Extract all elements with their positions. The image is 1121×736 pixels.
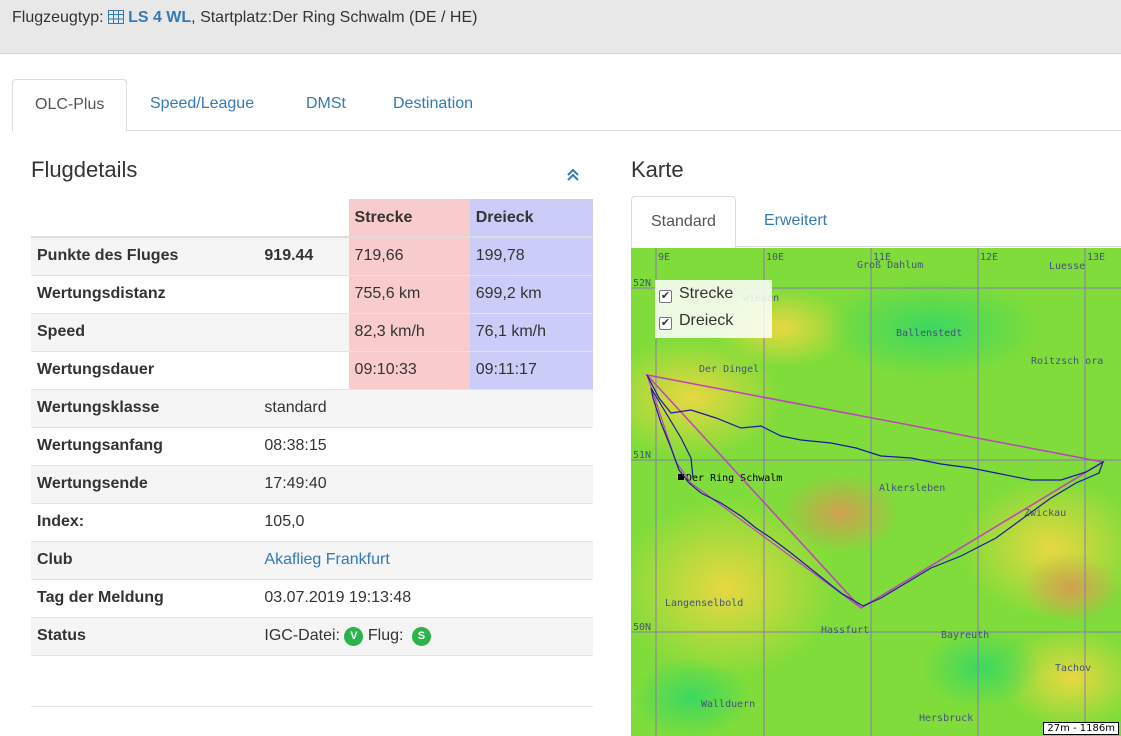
row-label: Wertungsklasse: [31, 389, 259, 428]
table-row: Speed 82,3 km/h 76,1 km/h: [31, 313, 593, 352]
strecke-points: 719,66: [348, 236, 470, 276]
flug-status-badge: S: [411, 626, 431, 646]
flugdetails-title: Flugdetails: [31, 157, 138, 182]
place-label: Hersbruck: [919, 713, 973, 724]
table-row: Wertungsdistanz 755,6 km 699,2 km: [31, 275, 593, 314]
lat-label: 50N: [633, 622, 651, 633]
karte-title: Karte: [631, 157, 684, 182]
divider: [31, 706, 593, 707]
flight-details-table: Strecke Dreieck Punkte des Fluges 919.44…: [31, 199, 593, 656]
table-row: Wertungsanfang 08:38:15: [31, 427, 593, 466]
scoring-tabs: OLC-Plus Speed/League DMSt Destination: [12, 79, 1121, 132]
lon-label: 9E: [658, 252, 670, 263]
flugzeugtyp-label: Flugzeugtyp:: [12, 9, 104, 26]
flight-map[interactable]: 9E 10E 11E 12E 13E 52N 51N 50N Groß Dahl…: [631, 248, 1121, 736]
column-header-strecke: Strecke: [348, 199, 470, 237]
row-label: Punkte des Fluges: [31, 236, 259, 276]
table-icon: [108, 10, 125, 24]
dreieck-duration: 09:11:17: [469, 351, 593, 390]
row-value: 17:49:40: [258, 465, 593, 504]
place-label: Der Dingel: [699, 364, 759, 375]
strecke-checkbox[interactable]: ✔: [659, 290, 672, 303]
table-row: Tag der Meldung 03.07.2019 19:13:48: [31, 579, 593, 618]
row-label: Club: [31, 541, 259, 580]
legend-item-dreieck[interactable]: ✔ Dreieck: [655, 307, 772, 334]
map-tabs: Standard Erweitert: [631, 196, 1121, 248]
place-label: Tachov: [1055, 663, 1091, 674]
flight-header-bar: Flugzeugtyp: LS 4 WL, Startplatz:Der Rin…: [0, 0, 1121, 54]
strecke-duration: 09:10:33: [348, 351, 470, 390]
row-value: 03.07.2019 19:13:48: [258, 579, 593, 618]
tab-standard[interactable]: Standard: [631, 196, 736, 248]
table-row: Punkte des Fluges 919.44 719,66 199,78: [31, 236, 593, 276]
dreieck-distance: 699,2 km: [469, 275, 593, 314]
row-label: Status: [31, 617, 259, 656]
place-label: Wallduern: [701, 699, 755, 710]
place-label: Ballenstedt: [896, 328, 962, 339]
tab-erweitert[interactable]: Erweitert: [745, 196, 846, 247]
dreieck-points: 199,78: [469, 236, 593, 276]
strecke-distance: 755,6 km: [348, 275, 470, 314]
row-label: Tag der Meldung: [31, 579, 259, 618]
collapse-chevron-icon[interactable]: [566, 168, 580, 182]
table-row: Club Akaflieg Frankfurt: [31, 541, 593, 580]
lon-label: 13E: [1087, 252, 1105, 263]
row-value: 105,0: [258, 503, 593, 542]
row-label: Wertungsanfang: [31, 427, 259, 466]
club-link[interactable]: Akaflieg Frankfurt: [264, 551, 389, 568]
place-label: Langenselbold: [665, 598, 743, 609]
row-label: Wertungsende: [31, 465, 259, 504]
row-label: Wertungsdistanz: [31, 275, 259, 314]
tab-olc-plus[interactable]: OLC-Plus: [12, 79, 128, 132]
row-value: standard: [258, 389, 593, 428]
place-label: Bayreuth: [941, 630, 989, 641]
place-label: Hassfurt: [821, 625, 869, 636]
aircraft-link[interactable]: LS 4 WL: [128, 9, 191, 26]
table-row: Wertungsdauer 09:10:33 09:11:17: [31, 351, 593, 390]
tab-speed-league[interactable]: Speed/League: [128, 79, 276, 131]
row-label: Wertungsdauer: [31, 351, 259, 390]
legend-label: Dreieck: [679, 312, 734, 329]
row-value: 08:38:15: [258, 427, 593, 466]
column-header-dreieck: Dreieck: [469, 199, 593, 237]
table-row: Wertungsklasse standard: [31, 389, 593, 428]
table-row: Index: 105,0: [31, 503, 593, 542]
tab-dmst[interactable]: DMSt: [284, 79, 368, 131]
lat-label: 51N: [633, 450, 651, 461]
status-value: IGC-Datei: V Flug: S: [258, 617, 593, 656]
place-label-start: Der Ring Schwalm: [686, 473, 782, 484]
place-label: Roitzsch ora: [1031, 356, 1103, 367]
table-row: Status IGC-Datei: V Flug: S: [31, 617, 593, 656]
legend-label: Strecke: [679, 285, 734, 302]
tab-destination[interactable]: Destination: [371, 79, 495, 131]
startplatz-text: , Startplatz:Der Ring Schwalm (DE / HE): [191, 9, 478, 26]
place-label: Luesse: [1049, 261, 1085, 272]
lat-label: 52N: [633, 278, 651, 289]
flug-label: Flug:: [367, 626, 404, 644]
table-header-row: Strecke Dreieck: [31, 199, 593, 237]
row-label: Speed: [31, 313, 259, 352]
igc-status-badge: V: [344, 626, 364, 646]
strecke-speed: 82,3 km/h: [348, 313, 470, 352]
table-row: Wertungsende 17:49:40: [31, 465, 593, 504]
dreieck-speed: 76,1 km/h: [469, 313, 593, 352]
row-label: Index:: [31, 503, 259, 542]
dreieck-checkbox[interactable]: ✔: [659, 317, 672, 330]
legend-item-strecke[interactable]: ✔ Strecke: [655, 280, 772, 307]
lon-label: 10E: [766, 252, 784, 263]
flight-header-line: Flugzeugtyp: LS 4 WL, Startplatz:Der Rin…: [12, 9, 477, 27]
igc-label: IGC-Datei:: [264, 626, 340, 644]
place-label: Alkersleben: [879, 483, 945, 494]
map-legend: ✔ Strecke ✔ Dreieck: [655, 280, 772, 338]
place-label: Groß Dahlum: [857, 260, 923, 271]
total-points: 919.44: [258, 236, 349, 276]
elevation-scale: 27m - 1186m: [1043, 722, 1119, 735]
lon-label: 12E: [980, 252, 998, 263]
